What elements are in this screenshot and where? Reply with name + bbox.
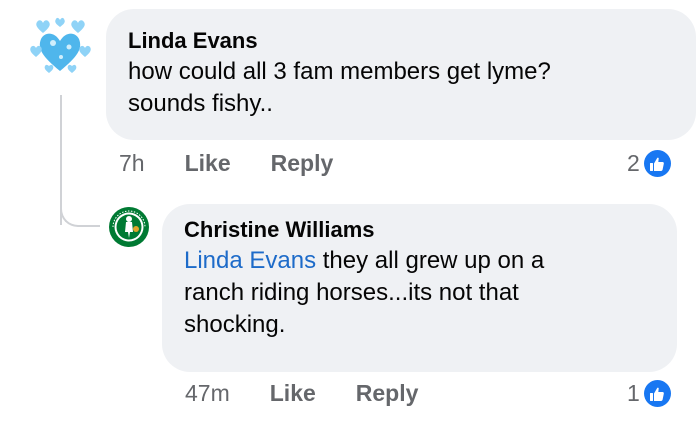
celtics-logo-icon bbox=[107, 205, 151, 249]
comment-bubble: Christine Williams Linda Evans they all … bbox=[162, 204, 677, 372]
comment-author[interactable]: Christine Williams bbox=[184, 215, 655, 245]
comment-time[interactable]: 47m bbox=[185, 380, 230, 407]
reaction-summary[interactable]: 2 bbox=[627, 150, 671, 177]
comment-text-fragment: they all grew up on a bbox=[316, 247, 545, 274]
comment-bubble: Linda Evans how could all 3 fam members … bbox=[106, 9, 696, 140]
comment-text-line: ranch riding horses...its not that bbox=[184, 279, 519, 306]
comment-actions: 7h Like Reply bbox=[119, 150, 373, 177]
thumbs-up-icon bbox=[643, 380, 671, 407]
comment-actions: 47m Like Reply bbox=[185, 380, 458, 407]
reaction-count: 1 bbox=[627, 380, 640, 406]
like-button[interactable]: Like bbox=[185, 150, 231, 177]
comment-text-line: sounds fishy.. bbox=[128, 90, 273, 117]
reply-button[interactable]: Reply bbox=[356, 380, 419, 407]
avatar[interactable] bbox=[23, 11, 98, 86]
reply-thread-connector bbox=[60, 200, 100, 227]
comment-text-line: shocking. bbox=[184, 311, 286, 338]
comment-text-line: Linda Evans they all grew up on a bbox=[184, 245, 655, 277]
like-button[interactable]: Like bbox=[270, 380, 316, 407]
reaction-summary[interactable]: 1 bbox=[627, 380, 671, 407]
mention-link[interactable]: Linda Evans bbox=[184, 247, 316, 274]
avatar[interactable] bbox=[107, 205, 151, 249]
comment-text-line: how could all 3 fam members get lyme? bbox=[128, 58, 551, 85]
reply-button[interactable]: Reply bbox=[271, 150, 334, 177]
thumbs-up-icon bbox=[643, 150, 671, 177]
comment-author[interactable]: Linda Evans bbox=[128, 26, 672, 56]
comment-time[interactable]: 7h bbox=[119, 150, 145, 177]
blue-hearts-icon bbox=[23, 11, 98, 86]
reaction-count: 2 bbox=[627, 150, 640, 176]
